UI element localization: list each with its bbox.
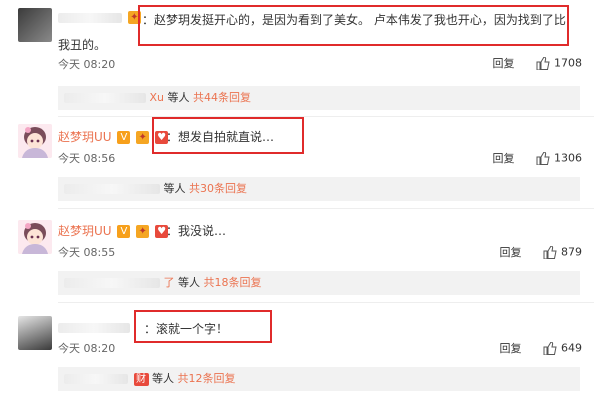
vip-badge-icon: ✦ [136, 131, 150, 144]
blurred-username [64, 278, 160, 288]
sub-reply-user: 了 [163, 276, 175, 289]
reply-button[interactable]: 回复 [500, 246, 522, 259]
comment-actions: 回复 1306 [493, 150, 582, 166]
verified-icon: V [117, 131, 131, 144]
divider [58, 302, 594, 303]
sub-replies-bar[interactable]: Xu 等人 共44条回复 [58, 86, 580, 110]
avatar[interactable] [18, 316, 52, 350]
avatar[interactable] [18, 220, 52, 254]
highlight-box [138, 5, 569, 46]
like-button[interactable]: 1306 [536, 151, 582, 165]
comment-actions: 回复 1708 [493, 55, 582, 71]
girl-avatar-icon [18, 124, 52, 158]
divider [58, 116, 594, 117]
wealth-badge-icon: 财 [133, 372, 149, 386]
divider [58, 208, 594, 209]
sub-reply-user: Xu [149, 91, 165, 104]
view-replies-link[interactable]: 共30条回复 [189, 182, 247, 195]
sub-reply-etc: 等人 [152, 372, 174, 385]
like-count: 1306 [554, 151, 582, 165]
comment-text: ：我没说… [166, 224, 227, 238]
comment-time: 今天 08:56 [58, 152, 116, 165]
thumbs-up-icon [543, 341, 557, 355]
blurred-username[interactable] [58, 12, 122, 23]
comment-text-continued: 我丑的。 [58, 38, 107, 52]
reply-button[interactable]: 回复 [493, 152, 515, 165]
sub-reply-etc: 等人 [178, 276, 200, 289]
verified-icon: V [117, 225, 131, 238]
comment-actions: 回复 649 [500, 340, 582, 356]
like-button[interactable]: 1708 [536, 56, 582, 70]
sub-replies-bar[interactable]: 等人 共30条回复 [58, 177, 580, 201]
like-count: 1708 [554, 56, 582, 70]
comment-header: ✦ [58, 10, 141, 24]
highlight-box [152, 117, 304, 154]
thumbs-up-icon [543, 245, 557, 259]
comment-header: 赵梦玥UU V ✦ ♥ [58, 222, 169, 239]
highlight-box [134, 310, 272, 343]
blurred-username[interactable] [58, 322, 130, 333]
comment-time: 今天 08:20 [58, 342, 116, 355]
like-button[interactable]: 879 [543, 245, 582, 259]
avatar[interactable] [18, 8, 52, 42]
username[interactable]: 赵梦玥UU [58, 130, 112, 144]
sub-replies-bar[interactable]: 了 等人 共18条回复 [58, 271, 580, 295]
like-count: 879 [561, 245, 582, 259]
sub-replies-bar[interactable]: 财 等人 共12条回复 [58, 367, 580, 391]
reply-button[interactable]: 回复 [500, 342, 522, 355]
username[interactable]: 赵梦玥UU [58, 224, 112, 238]
comment-actions: 回复 879 [500, 244, 582, 260]
thumbs-up-icon [536, 56, 550, 70]
view-replies-link[interactable]: 共44条回复 [193, 91, 251, 104]
reply-button[interactable]: 回复 [493, 57, 515, 70]
blurred-username [64, 93, 146, 103]
blurred-username [64, 374, 128, 384]
view-replies-link[interactable]: 共12条回复 [178, 372, 236, 385]
sub-reply-etc: 等人 [167, 91, 190, 104]
like-count: 649 [561, 341, 582, 355]
avatar[interactable] [18, 124, 52, 158]
comment-time: 今天 08:55 [58, 246, 116, 259]
blurred-username [64, 184, 160, 194]
thumbs-up-icon [536, 151, 550, 165]
vip-badge-icon: ✦ [136, 225, 150, 238]
comment-time: 今天 08:20 [58, 58, 116, 71]
comment-header [58, 320, 130, 334]
like-button[interactable]: 649 [543, 341, 582, 355]
girl-avatar-icon [18, 220, 52, 254]
view-replies-link[interactable]: 共18条回复 [204, 276, 262, 289]
sub-reply-etc: 等人 [163, 182, 186, 195]
